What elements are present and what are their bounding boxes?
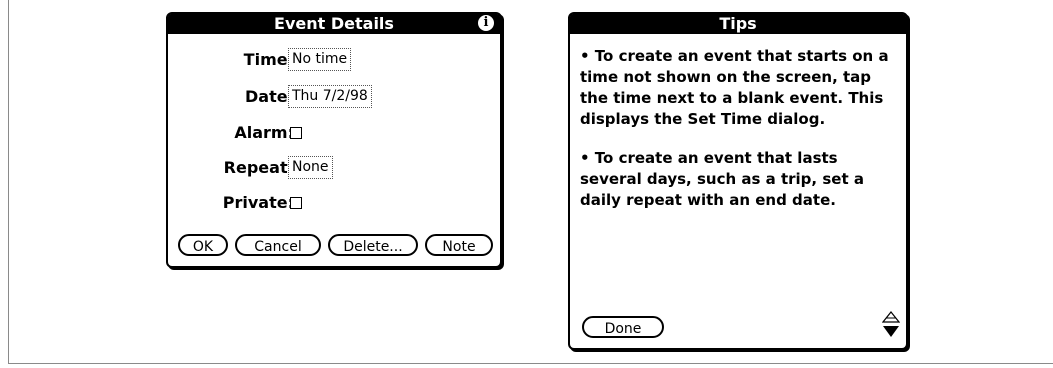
done-button[interactable]: Done [582, 316, 664, 338]
left-border-line [8, 0, 9, 364]
date-selector[interactable]: Thu 7/2/98 [288, 85, 372, 108]
bottom-border-line [8, 363, 1053, 364]
note-button[interactable]: Note [425, 234, 493, 256]
private-label: Private: [222, 193, 294, 212]
repeat-label: Repeat: [223, 158, 294, 177]
tips-paragraph-2: • To create an event that lasts several … [580, 149, 864, 209]
event-details-dialog: Event Details i Time: No time Date: Thu … [166, 12, 502, 268]
private-row: Private: [168, 191, 504, 215]
tips-title: Tips [719, 14, 757, 33]
tips-paragraph-1: • To create an event that starts on a ti… [580, 47, 889, 128]
event-details-titlebar: Event Details i [168, 14, 500, 34]
alarm-row: Alarm: [168, 121, 504, 145]
ok-button[interactable]: OK [178, 234, 228, 256]
info-icon[interactable]: i [478, 15, 494, 31]
repeat-selector[interactable]: None [288, 156, 333, 179]
alarm-label: Alarm: [234, 123, 294, 142]
alarm-checkbox[interactable] [290, 127, 302, 139]
tips-titlebar: Tips [570, 14, 906, 34]
tips-dialog: Tips • To create an event that starts on… [568, 12, 908, 350]
time-label: Time: [243, 50, 294, 69]
repeat-row: Repeat: None [168, 156, 504, 180]
time-selector[interactable]: No time [288, 48, 352, 71]
private-checkbox[interactable] [290, 197, 302, 209]
scroll-arrows-icon[interactable] [882, 310, 900, 340]
time-row: Time: No time [168, 48, 504, 72]
tips-body: • To create an event that starts on a ti… [580, 46, 902, 229]
event-details-title: Event Details [274, 14, 394, 33]
cancel-button[interactable]: Cancel [235, 234, 321, 256]
delete-button[interactable]: Delete... [328, 234, 418, 256]
date-label: Date: [245, 87, 294, 106]
date-row: Date: Thu 7/2/98 [168, 85, 504, 109]
